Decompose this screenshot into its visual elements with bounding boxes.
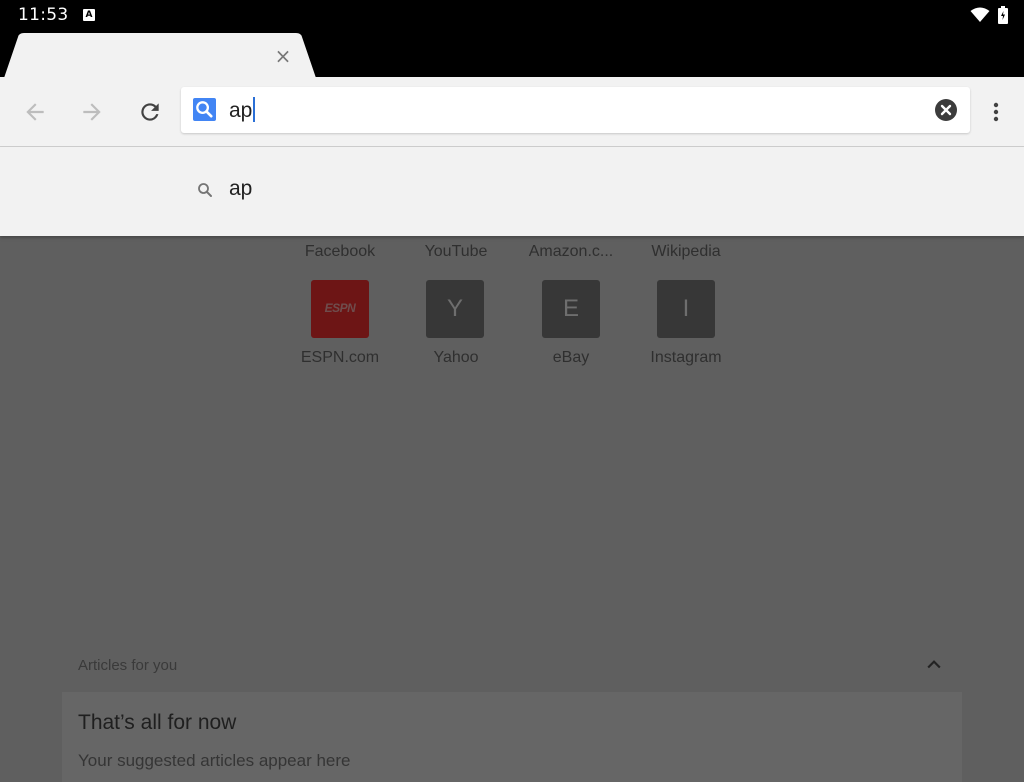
suggestion-text: ap: [229, 177, 253, 200]
back-arrow-icon[interactable]: [22, 99, 48, 125]
omnibox-input[interactable]: ap: [229, 97, 256, 123]
tile-label-youtube[interactable]: YouTube: [396, 243, 516, 261]
tile-yahoo[interactable]: Y: [426, 280, 484, 338]
text-caret: [253, 97, 256, 122]
tile-ebay[interactable]: E: [542, 280, 600, 338]
status-time: 11:53: [18, 5, 69, 25]
battery-icon: [998, 6, 1008, 24]
search-icon: [193, 98, 216, 121]
tile-label-facebook[interactable]: Facebook: [280, 243, 400, 261]
clear-icon[interactable]: [934, 98, 958, 122]
new-tab-page: Facebook YouTube Amazon.c... Wikipedia E…: [0, 236, 1024, 782]
keyboard-indicator-icon: A: [83, 9, 95, 21]
tile-label-instagram[interactable]: Instagram: [626, 349, 746, 367]
tile-label-espn[interactable]: ESPN.com: [280, 349, 400, 367]
card-subtitle: Your suggested articles appear here: [78, 751, 351, 770]
status-bar: 11:53 A: [0, 0, 1024, 32]
wifi-icon: [970, 7, 990, 22]
omnibox[interactable]: ap: [181, 87, 970, 133]
tile-label-amazon[interactable]: Amazon.c...: [511, 243, 631, 261]
reload-icon[interactable]: [137, 99, 163, 125]
suggestion-dropdown: ap: [0, 147, 1024, 236]
more-vert-icon[interactable]: [984, 99, 1008, 125]
omnibox-value: ap: [229, 99, 253, 122]
search-icon: [198, 183, 212, 197]
suggestion-item[interactable]: ap: [0, 147, 1024, 236]
tile-label-ebay[interactable]: eBay: [511, 349, 631, 367]
tile-label-yahoo[interactable]: Yahoo: [396, 349, 516, 367]
forward-arrow-icon[interactable]: [79, 99, 105, 125]
tile-label-wikipedia[interactable]: Wikipedia: [626, 243, 746, 261]
tab-active[interactable]: ×: [4, 33, 316, 78]
tab-close-button[interactable]: ×: [272, 45, 294, 67]
tab-shape: [4, 33, 316, 78]
espn-logo: ESPN: [324, 301, 356, 315]
articles-card: That’s all for now Your suggested articl…: [62, 692, 962, 782]
tile-espn[interactable]: ESPN: [311, 280, 369, 338]
articles-header: Articles for you: [78, 657, 178, 674]
chevron-up-icon[interactable]: [924, 655, 944, 675]
toolbar: ap: [0, 77, 1024, 147]
tile-instagram[interactable]: I: [657, 280, 715, 338]
card-title: That’s all for now: [78, 711, 237, 734]
